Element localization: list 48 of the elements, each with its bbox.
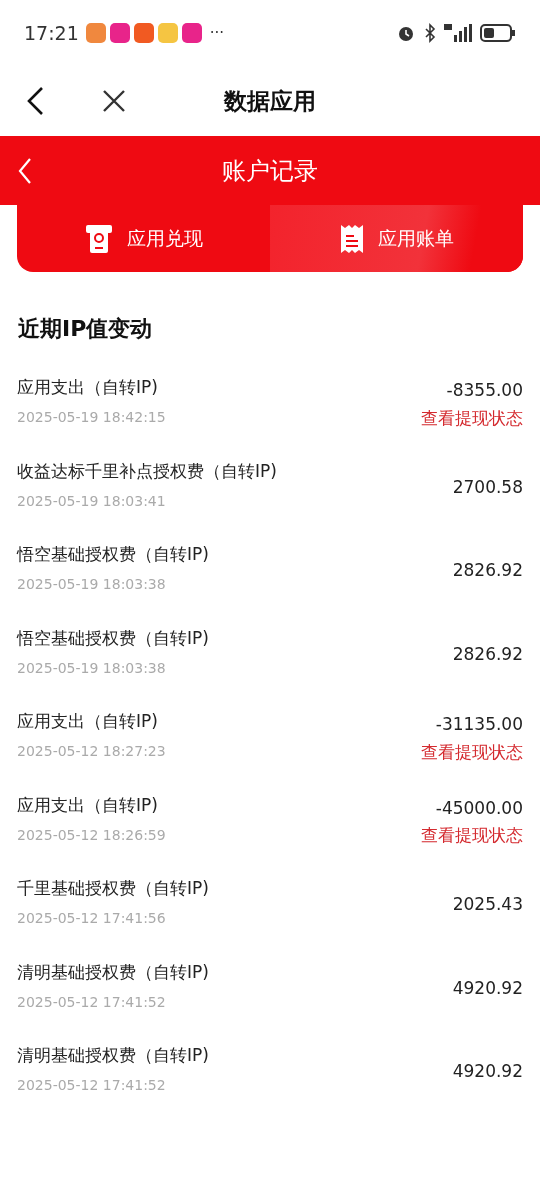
record-title: 悟空基础授权费（自转IP) — [17, 543, 209, 566]
record-amount: 4920.92 — [452, 976, 523, 1000]
tab[interactable]: 应用兑现 — [17, 205, 270, 272]
record-amount: -45000.00 — [435, 796, 523, 820]
record-amount: -8355.00 — [446, 379, 523, 402]
record-title: 收益达标千里补点授权费（自转IP) — [17, 459, 277, 483]
record-time: 2025-05-19 18:03:38 — [17, 575, 167, 594]
header-title: 账户记录 — [222, 155, 318, 187]
receipt-icon — [339, 223, 364, 254]
record-amount: -31135.00 — [435, 713, 523, 736]
record-amount: 2826.92 — [452, 642, 523, 666]
withdraw-status-link[interactable]: 查看提现状态 — [421, 823, 523, 849]
record-time: 2025-05-12 17:41:52 — [17, 992, 167, 1012]
notification-icon — [133, 23, 154, 43]
close-button[interactable] — [102, 88, 128, 114]
cash-machine-icon — [84, 223, 113, 254]
record-title: 应用支出（自转IP) — [17, 793, 159, 817]
record-amount: 4920.92 — [452, 1060, 523, 1083]
notification-icon — [181, 23, 202, 43]
record-title: 应用支出（自转IP) — [17, 376, 159, 399]
record-time: 2025-05-12 17:41:56 — [17, 909, 167, 928]
withdraw-status-link[interactable]: 查看提现状态 — [421, 739, 523, 765]
page-title: 数据应用 — [224, 86, 316, 116]
record-title: 悟空基础授权费（自转IP) — [17, 626, 209, 650]
record-time: 2025-05-12 17:41:52 — [17, 1076, 167, 1095]
record-time: 2025-05-19 18:42:15 — [17, 408, 166, 427]
record-time: 2025-05-19 18:03:41 — [17, 491, 167, 511]
record-time: 2025-05-12 18:27:23 — [17, 742, 166, 761]
notification-icon — [85, 23, 106, 43]
record-title: 应用支出（自转IP) — [17, 710, 159, 733]
tab[interactable]: 应用账单 — [270, 205, 523, 272]
signal-icon — [444, 23, 472, 43]
record-amount: 2700.58 — [452, 475, 523, 499]
withdraw-status-link[interactable]: 查看提现状态 — [421, 405, 523, 431]
clock-time: 17:21 — [24, 20, 79, 46]
section-title: 近期IP值变动 — [18, 315, 153, 343]
notification-icon — [157, 23, 178, 43]
record-title: 千里基础授权费（自转IP) — [17, 877, 209, 900]
more-indicator: ··· — [209, 22, 225, 44]
record-time: 2025-05-12 18:26:59 — [17, 825, 166, 845]
record-amount: 2025.43 — [452, 893, 523, 916]
record-title: 清明基础授权费（自转IP) — [17, 960, 209, 984]
record-amount: 2826.92 — [452, 559, 523, 582]
notification-icon — [109, 23, 130, 43]
battery-icon — [480, 23, 516, 43]
record-time: 2025-05-19 18:03:38 — [17, 658, 167, 678]
record-title: 清明基础授权费（自转IP) — [17, 1044, 209, 1067]
bluetooth-icon — [424, 23, 436, 43]
